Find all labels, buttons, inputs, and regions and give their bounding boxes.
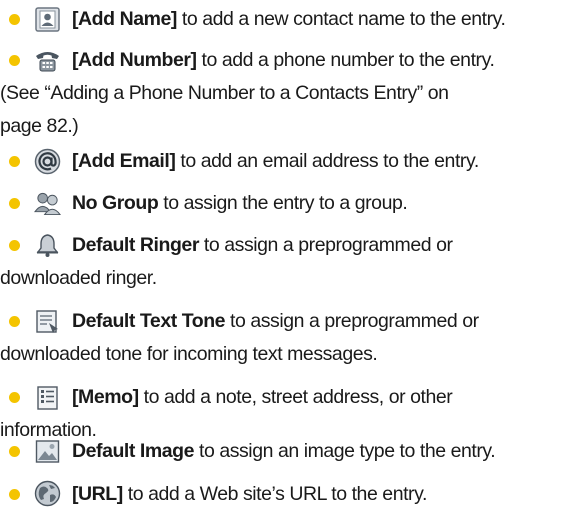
item-text: [Add Name] to add a new contact name to … bbox=[72, 3, 567, 36]
add-name-icon bbox=[34, 6, 61, 33]
item-description: to add a Web site’s URL to the entry. bbox=[122, 483, 428, 505]
phone-icon bbox=[34, 47, 61, 74]
web-icon bbox=[34, 480, 61, 507]
item-text: Default Image to assign an image type to… bbox=[72, 435, 567, 468]
item-label: Default Text Tone bbox=[72, 310, 226, 332]
item-label: Default Image bbox=[72, 440, 195, 462]
item-description: to add an email address to the entry. bbox=[175, 150, 479, 172]
item-description: to assign the entry to a group. bbox=[158, 192, 408, 214]
message-icon bbox=[34, 308, 61, 335]
item-text: [URL] to add a Web site’s URL to the ent… bbox=[72, 478, 567, 511]
item-description: to add a new contact name to the entry. bbox=[176, 8, 506, 30]
bullet bbox=[9, 316, 20, 327]
group-icon bbox=[34, 189, 61, 216]
item-continuation: (See “Adding a Phone Number to a Contact… bbox=[0, 82, 449, 104]
bullet bbox=[9, 240, 20, 251]
item-continuation: downloaded ringer. bbox=[0, 267, 157, 289]
item-description: to assign a preprogrammed or bbox=[198, 234, 453, 256]
item-label: [Memo] bbox=[72, 386, 139, 408]
item-label: [Add Email] bbox=[72, 150, 176, 172]
option-list: [Add Name] to add a new contact name to … bbox=[0, 0, 569, 521]
item-continuation: downloaded tone for incoming text messag… bbox=[0, 343, 378, 365]
item-text: Default Ringer to assign a preprogrammed… bbox=[0, 229, 567, 295]
item-text: No Group to assign the entry to a group. bbox=[72, 187, 567, 220]
item-label: [Add Name] bbox=[72, 8, 177, 30]
bullet bbox=[9, 489, 20, 500]
bullet bbox=[9, 55, 20, 66]
bell-icon bbox=[34, 232, 61, 259]
bullet bbox=[9, 446, 20, 457]
memo-icon bbox=[34, 384, 61, 411]
bullet bbox=[9, 156, 20, 167]
item-label: Default Ringer bbox=[72, 234, 199, 256]
item-text: [Add Email] to add an email address to t… bbox=[72, 145, 567, 178]
item-label: [URL] bbox=[72, 483, 123, 505]
item-text: [Add Number] to add a phone number to th… bbox=[0, 44, 567, 143]
item-label: [Add Number] bbox=[72, 49, 197, 71]
item-label: No Group bbox=[72, 192, 159, 214]
bullet bbox=[9, 392, 20, 403]
bullet bbox=[9, 198, 20, 209]
item-description: to add a phone number to the entry. bbox=[196, 49, 495, 71]
item-description: to assign an image type to the entry. bbox=[194, 440, 496, 462]
item-description: to add a note, street address, or other bbox=[138, 386, 453, 408]
item-continuation: page 82.) bbox=[0, 115, 79, 137]
item-text: Default Text Tone to assign a preprogram… bbox=[0, 305, 567, 371]
item-description: to assign a preprogrammed or bbox=[225, 310, 479, 332]
bullet bbox=[9, 14, 20, 25]
picture-icon bbox=[34, 438, 61, 465]
email-at-icon bbox=[34, 148, 61, 175]
